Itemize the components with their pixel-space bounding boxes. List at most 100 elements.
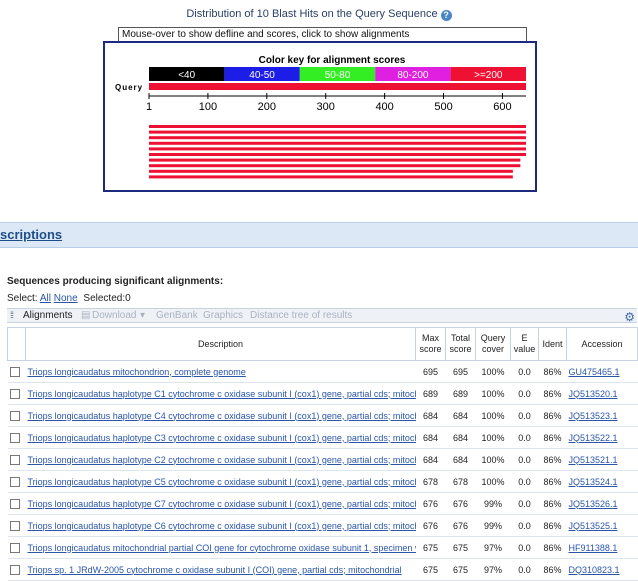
- row-accession-link[interactable]: JQ513522.1: [569, 433, 618, 443]
- genbank-button[interactable]: GenBank: [156, 310, 198, 321]
- hit-bar[interactable]: [149, 125, 526, 128]
- row-ident: 86%: [538, 492, 567, 515]
- axis-tick-label: 400: [375, 101, 393, 113]
- query-label: Query: [115, 83, 143, 92]
- row-accession-cell: JQ513524.1: [566, 470, 638, 493]
- row-e-value: 0.0: [510, 558, 539, 581]
- header-e-value[interactable]: Evalue: [510, 327, 539, 361]
- header-accession[interactable]: Accession: [566, 327, 638, 361]
- axis-tick-label: 1: [146, 101, 152, 113]
- hit-bar[interactable]: [149, 175, 513, 179]
- row-ident: 86%: [538, 360, 567, 383]
- hit-distribution-graphic[interactable]: Color key for alignment scores <40 40-50 50…: [103, 41, 537, 192]
- row-max-score: 676: [415, 514, 446, 537]
- row-checkbox[interactable]: [9, 410, 20, 421]
- hit-distribution-svg[interactable]: Color key for alignment scores <40 40-50 50…: [105, 43, 535, 190]
- toolbar-grip-icon[interactable]: ⁞⁞: [10, 310, 14, 320]
- row-checkbox[interactable]: [9, 498, 20, 509]
- row-accession-cell: GU475465.1: [566, 360, 638, 383]
- row-max-score: 684: [415, 404, 446, 427]
- row-description-link[interactable]: Triops sp. 1 JRdW-2005 cytochrome c oxid…: [28, 565, 402, 575]
- select-all-link[interactable]: All: [40, 293, 51, 304]
- color-key-label: >=200: [474, 70, 503, 81]
- distance-tree-button[interactable]: Distance tree of results: [250, 310, 352, 321]
- row-accession-link[interactable]: DQ310823.1: [569, 565, 620, 575]
- row-total-score: 676: [445, 514, 476, 537]
- row-description-link[interactable]: Triops longicaudatus haplotype C5 cytoch…: [28, 477, 416, 487]
- descriptions-section-header[interactable]: scriptions: [0, 222, 638, 248]
- hit-bar[interactable]: [149, 136, 526, 140]
- help-icon[interactable]: ?: [440, 10, 452, 21]
- select-none-link[interactable]: None: [54, 293, 78, 304]
- row-checkbox-cell: [7, 514, 26, 537]
- row-description-link[interactable]: Triops longicaudatus haplotype C3 cytoch…: [28, 433, 416, 443]
- row-ident: 86%: [538, 470, 567, 493]
- row-description-link[interactable]: Triops longicaudatus mitochondrial parti…: [28, 543, 416, 553]
- row-checkbox[interactable]: [9, 542, 20, 553]
- row-e-value: 0.0: [510, 404, 539, 427]
- hit-bar[interactable]: [149, 158, 521, 162]
- header-max-score[interactable]: Max score: [415, 327, 446, 361]
- hit-bar[interactable]: [149, 130, 526, 134]
- header-e-value-l2: value: [513, 344, 536, 354]
- row-checkbox[interactable]: [9, 564, 20, 575]
- row-accession-cell: HF911388.1: [566, 536, 638, 559]
- hit-bar[interactable]: [149, 153, 526, 156]
- row-description-link[interactable]: Triops longicaudatus mitochondrion, comp…: [28, 367, 246, 377]
- row-max-score: 689: [415, 382, 446, 405]
- hit-bar[interactable]: [149, 147, 526, 151]
- gear-icon[interactable]: ⚙: [624, 310, 635, 324]
- header-checkbox: [7, 327, 26, 361]
- row-accession-link[interactable]: JQ513521.1: [569, 455, 618, 465]
- row-accession-link[interactable]: JQ513524.1: [569, 477, 618, 487]
- row-accession-cell: JQ513521.1: [566, 448, 638, 471]
- header-total-score[interactable]: Total score: [445, 327, 476, 361]
- row-ident: 86%: [538, 558, 567, 581]
- row-checkbox-cell: [7, 404, 26, 427]
- row-checkbox[interactable]: [9, 520, 20, 531]
- row-accession-link[interactable]: JQ513523.1: [569, 411, 618, 421]
- row-accession-link[interactable]: JQ513526.1: [569, 499, 618, 509]
- row-description-link[interactable]: Triops longicaudatus haplotype C2 cytoch…: [28, 455, 416, 465]
- row-checkbox[interactable]: [9, 366, 20, 377]
- row-accession-link[interactable]: HF911388.1: [569, 543, 618, 553]
- download-button[interactable]: Download: [92, 310, 136, 321]
- query-bar: [149, 83, 526, 90]
- selected-count: Selected:0: [83, 293, 131, 304]
- row-accession-link[interactable]: GU475465.1: [569, 367, 620, 377]
- graphics-button[interactable]: Graphics: [203, 310, 243, 321]
- row-checkbox-cell: [7, 558, 26, 581]
- row-checkbox[interactable]: [9, 454, 20, 465]
- row-e-value: 0.0: [510, 536, 539, 559]
- axis-tick-label: 600: [493, 101, 511, 113]
- row-description-link[interactable]: Triops longicaudatus haplotype C7 cytoch…: [28, 499, 416, 509]
- hit-bar[interactable]: [149, 169, 513, 173]
- header-description[interactable]: Description: [25, 327, 416, 361]
- hits-table-body: Triops longicaudatus mitochondrion, comp…: [7, 360, 638, 581]
- row-accession-link[interactable]: JQ513520.1: [569, 389, 618, 399]
- alignments-button[interactable]: Alignments: [23, 310, 72, 321]
- descriptions-section-link[interactable]: scriptions: [0, 227, 62, 242]
- row-checkbox[interactable]: [9, 388, 20, 399]
- row-max-score: 675: [415, 536, 446, 559]
- row-description-link[interactable]: Triops longicaudatus haplotype C4 cytoch…: [28, 411, 416, 421]
- row-total-score: 676: [445, 492, 476, 515]
- row-checkbox[interactable]: [9, 432, 20, 443]
- header-e-value-l1: E: [521, 333, 528, 343]
- table-row: Triops longicaudatus haplotype C1 cytoch…: [7, 382, 638, 405]
- hit-bar[interactable]: [149, 164, 521, 168]
- row-checkbox-cell: [7, 492, 26, 515]
- row-description-cell: Triops longicaudatus mitochondrial parti…: [25, 536, 416, 559]
- color-key-title: Color key for alignment scores: [259, 55, 406, 66]
- row-accession-link[interactable]: JQ513525.1: [569, 521, 618, 531]
- row-description-link[interactable]: Triops longicaudatus haplotype C6 cytoch…: [28, 521, 416, 531]
- header-query-cover-l1: Query: [480, 333, 506, 343]
- row-description-cell: Triops longicaudatus haplotype C6 cytoch…: [25, 514, 416, 537]
- row-e-value: 0.0: [510, 448, 539, 471]
- hit-bar[interactable]: [149, 141, 526, 145]
- row-description-cell: Triops longicaudatus haplotype C3 cytoch…: [25, 426, 416, 449]
- row-description-link[interactable]: Triops longicaudatus haplotype C1 cytoch…: [28, 389, 416, 399]
- header-ident[interactable]: Ident: [538, 327, 567, 361]
- row-checkbox[interactable]: [9, 476, 20, 487]
- header-query-cover[interactable]: Query cover: [475, 327, 511, 361]
